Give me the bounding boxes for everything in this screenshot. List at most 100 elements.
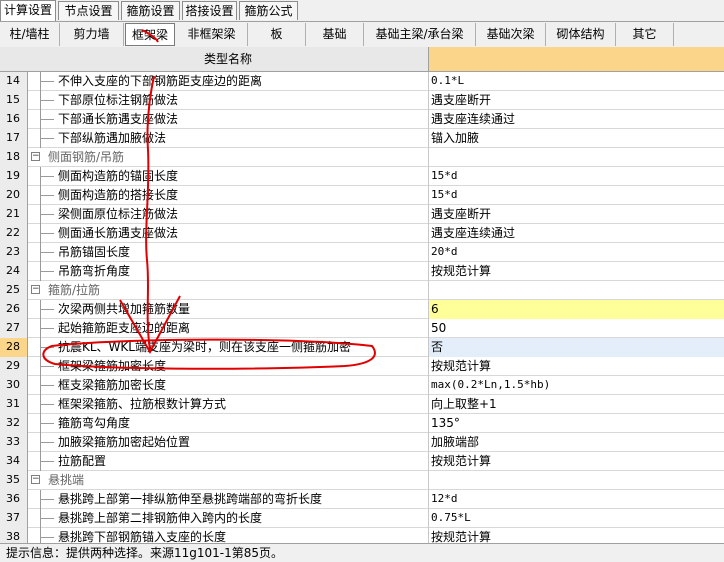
tab-node-settings[interactable]: 节点设置 bbox=[58, 1, 119, 20]
row-number: 29 bbox=[0, 357, 28, 376]
table-row[interactable]: 33 加腋梁箍筋加密起始位置 加腋端部 bbox=[0, 433, 724, 452]
row-name-cell: 拉筋配置 bbox=[28, 452, 429, 471]
row-value-cell[interactable]: 0.75*L bbox=[429, 509, 724, 528]
row-value-cell[interactable]: 遇支座断开 bbox=[429, 91, 724, 110]
row-value-cell[interactable]: 15*d bbox=[429, 167, 724, 186]
tree-branch-icon bbox=[40, 119, 54, 120]
table-row[interactable]: 26 次梁两侧共增加箍筋数量 6 bbox=[0, 300, 724, 319]
row-value-cell[interactable]: 6 bbox=[429, 300, 724, 319]
group-row[interactable]: 25− 箍筋/拉筋 bbox=[0, 281, 724, 300]
table-row[interactable]: 19 侧面构造筋的锚固长度 15*d bbox=[0, 167, 724, 186]
table-row[interactable]: 31 框架梁箍筋、拉筋根数计算方式 向上取整+1 bbox=[0, 395, 724, 414]
row-value-cell[interactable]: 按规范计算 bbox=[429, 452, 724, 471]
table-row[interactable]: 16 下部通长筋遇支座做法 遇支座连续通过 bbox=[0, 110, 724, 129]
tree-branch-icon bbox=[40, 499, 54, 500]
subtab-foundation-secondary-beam[interactable]: 基础次梁 bbox=[476, 23, 546, 46]
group-row[interactable]: 18− 侧面钢筋/吊筋 bbox=[0, 148, 724, 167]
tab-stirrup-settings[interactable]: 箍筋设置 bbox=[121, 1, 180, 20]
row-value-cell[interactable]: 向上取整+1 bbox=[429, 395, 724, 414]
table-row[interactable]: 29 框架梁箍筋加密长度 按规范计算 bbox=[0, 357, 724, 376]
table-row[interactable]: 34 拉筋配置 按规范计算 bbox=[0, 452, 724, 471]
table-row[interactable]: 38 悬挑跨下部钢筋锚入支座的长度 按规范计算 bbox=[0, 528, 724, 543]
table-row[interactable]: 21 梁侧面原位标注筋做法 遇支座断开 bbox=[0, 205, 724, 224]
row-name-cell: 框架梁箍筋加密长度 bbox=[28, 357, 429, 376]
collapse-icon[interactable]: − bbox=[31, 475, 40, 484]
tree-branch-icon bbox=[40, 233, 54, 234]
row-name-text: 下部通长筋遇支座做法 bbox=[58, 112, 179, 126]
table-row[interactable]: 22 侧面通长筋遇支座做法 遇支座连续通过 bbox=[0, 224, 724, 243]
table-row[interactable]: 14 不伸入支座的下部钢筋距支座边的距离 0.1*L bbox=[0, 72, 724, 91]
table-row[interactable]: 27 起始箍筋距支座边的距离 50 bbox=[0, 319, 724, 338]
row-value-cell[interactable]: 135° bbox=[429, 414, 724, 433]
subtab-masonry[interactable]: 砌体结构 bbox=[546, 23, 616, 46]
row-name-cell: 悬挑跨上部第一排纵筋伸至悬挑跨端部的弯折长度 bbox=[28, 490, 429, 509]
row-name-text: 侧面钢筋/吊筋 bbox=[48, 150, 125, 164]
tree-branch-icon bbox=[40, 100, 54, 101]
row-name-text: 不伸入支座的下部钢筋距支座边的距离 bbox=[58, 74, 263, 88]
row-value-cell[interactable]: 否 bbox=[429, 338, 724, 357]
row-name-cell: 框支梁箍筋加密长度 bbox=[28, 376, 429, 395]
table-row[interactable]: 15 下部原位标注钢筋做法 遇支座断开 bbox=[0, 91, 724, 110]
row-name-cell: 侧面通长筋遇支座做法 bbox=[28, 224, 429, 243]
table-row[interactable]: 24 吊筋弯折角度 按规范计算 bbox=[0, 262, 724, 281]
row-name-cell: 吊筋弯折角度 bbox=[28, 262, 429, 281]
row-number: 19 bbox=[0, 167, 28, 186]
row-name-cell: 抗震KL、WKL端支座为梁时，则在该支座一侧箍筋加密 bbox=[28, 338, 429, 357]
subtab-foundation[interactable]: 基础 bbox=[306, 23, 364, 46]
row-number: 16 bbox=[0, 110, 28, 129]
subtab-other[interactable]: 其它 bbox=[616, 23, 674, 46]
row-number: 15 bbox=[0, 91, 28, 110]
collapse-icon[interactable]: − bbox=[31, 152, 40, 161]
row-value-cell[interactable]: 12*d bbox=[429, 490, 724, 509]
row-value-cell[interactable]: 50 bbox=[429, 319, 724, 338]
tab-calc-settings[interactable]: 计算设置 bbox=[0, 0, 56, 21]
row-value-cell bbox=[429, 471, 724, 490]
row-value-cell[interactable]: 按规范计算 bbox=[429, 262, 724, 281]
tree-branch-icon bbox=[40, 176, 54, 177]
tab-stirrup-formula[interactable]: 箍筋公式 bbox=[239, 1, 298, 20]
table-row[interactable]: 28 抗震KL、WKL端支座为梁时，则在该支座一侧箍筋加密 否 bbox=[0, 338, 724, 357]
row-value-cell[interactable]: 遇支座连续通过 bbox=[429, 224, 724, 243]
row-value-cell[interactable]: 20*d bbox=[429, 243, 724, 262]
table-row[interactable]: 32 箍筋弯勾角度 135° bbox=[0, 414, 724, 433]
tree-branch-icon bbox=[40, 404, 54, 405]
row-number: 28 bbox=[0, 338, 28, 357]
table-row[interactable]: 23 吊筋锚固长度 20*d bbox=[0, 243, 724, 262]
tree-branch-icon bbox=[40, 309, 54, 310]
subtab-foundation-main-beam[interactable]: 基础主梁/承台梁 bbox=[364, 23, 476, 46]
row-value-cell bbox=[429, 148, 724, 167]
subtab-shear-wall[interactable]: 剪力墙 bbox=[60, 23, 124, 46]
row-name-cell: 侧面构造筋的锚固长度 bbox=[28, 167, 429, 186]
table-row[interactable]: 20 侧面构造筋的搭接长度 15*d bbox=[0, 186, 724, 205]
row-value-cell[interactable]: max(0.2*Ln,1.5*hb) bbox=[429, 376, 724, 395]
row-number: 35 bbox=[0, 471, 28, 490]
table-row[interactable]: 17 下部纵筋遇加腋做法 锚入加腋 bbox=[0, 129, 724, 148]
row-value-cell[interactable]: 遇支座连续通过 bbox=[429, 110, 724, 129]
tree-branch-icon bbox=[40, 366, 54, 367]
row-value-cell[interactable]: 0.1*L bbox=[429, 72, 724, 91]
row-value-cell[interactable]: 锚入加腋 bbox=[429, 129, 724, 148]
table-row[interactable]: 36 悬挑跨上部第一排纵筋伸至悬挑跨端部的弯折长度 12*d bbox=[0, 490, 724, 509]
row-name-cell: 侧面构造筋的搭接长度 bbox=[28, 186, 429, 205]
status-bar: 提示信息：提供两种选择。来源11g101-1第85页。 bbox=[0, 543, 724, 561]
tree-branch-icon bbox=[40, 347, 54, 348]
row-value-cell[interactable]: 按规范计算 bbox=[429, 357, 724, 376]
subtab-frame-beam[interactable]: 框架梁 bbox=[125, 23, 175, 46]
row-number: 22 bbox=[0, 224, 28, 243]
row-number: 31 bbox=[0, 395, 28, 414]
row-value-cell[interactable]: 15*d bbox=[429, 186, 724, 205]
row-value-cell[interactable]: 遇支座断开 bbox=[429, 205, 724, 224]
header-number-cell bbox=[0, 47, 29, 71]
table-row[interactable]: 37 悬挑跨上部第二排钢筋伸入跨内的长度 0.75*L bbox=[0, 509, 724, 528]
subtab-slab[interactable]: 板 bbox=[248, 23, 306, 46]
row-value-cell[interactable]: 按规范计算 bbox=[429, 528, 724, 543]
subtab-nonframe-beam[interactable]: 非框架梁 bbox=[176, 23, 248, 46]
collapse-icon[interactable]: − bbox=[31, 285, 40, 294]
row-value-cell[interactable]: 加腋端部 bbox=[429, 433, 724, 452]
tab-lap-settings[interactable]: 搭接设置 bbox=[182, 1, 237, 20]
subtab-column[interactable]: 柱/墙柱 bbox=[0, 23, 60, 46]
row-name-cell: 下部原位标注钢筋做法 bbox=[28, 91, 429, 110]
group-row[interactable]: 35− 悬挑端 bbox=[0, 471, 724, 490]
row-number: 34 bbox=[0, 452, 28, 471]
table-row[interactable]: 30 框支梁箍筋加密长度 max(0.2*Ln,1.5*hb) bbox=[0, 376, 724, 395]
